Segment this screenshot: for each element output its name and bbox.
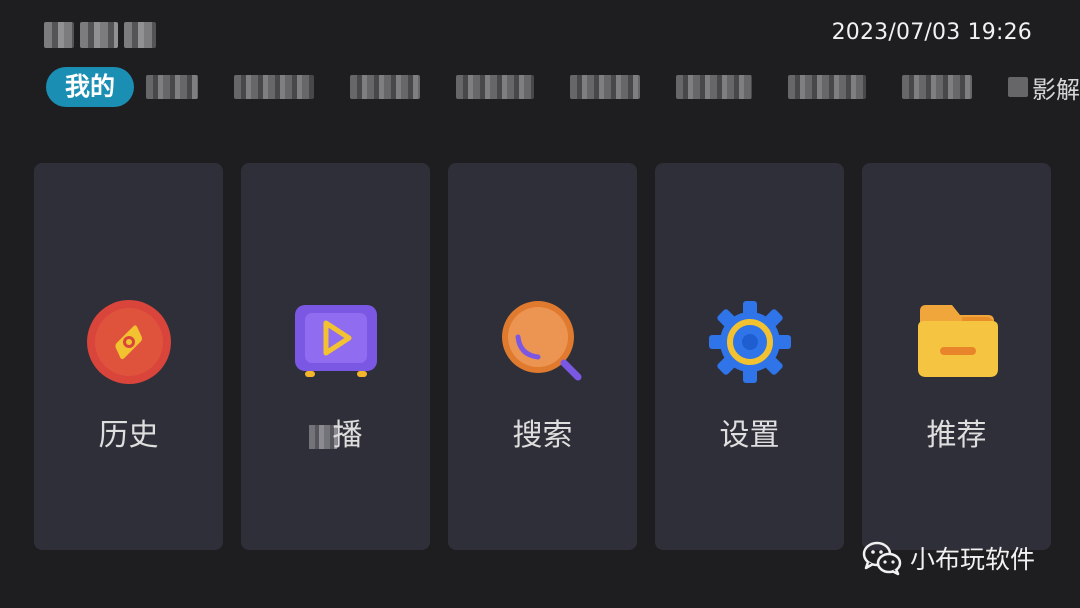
card-label: 推荐 [926,418,987,453]
card-label: 历史 [98,418,159,453]
tab-partial[interactable]: 影解 [1008,70,1080,105]
gear-icon [708,301,791,383]
tab-blurred[interactable] [676,67,753,107]
watermark: 小布玩软件 [862,540,1035,576]
card-label-text: 播 [332,418,363,453]
card-label: 播 [241,410,430,454]
card-settings[interactable]: 设置 [655,163,844,550]
tab-blurred[interactable] [234,67,315,107]
tab-blurred[interactable] [902,67,973,107]
tab-blurred[interactable] [456,67,535,107]
tab-blurred[interactable] [350,67,421,107]
clock: 2023/07/03 19:26 [831,20,1032,45]
card-label: 设置 [719,418,780,453]
app-title-blurred [44,18,160,52]
card-label: 搜索 [512,418,573,453]
tab-blurred[interactable] [788,67,867,107]
compass-icon [86,300,171,384]
search-icon [501,301,581,381]
card-search[interactable]: 搜索 [448,163,637,550]
card-recommend[interactable]: 推荐 [862,163,1051,550]
tab-blurred[interactable] [570,67,641,107]
category-tabs: 我的 影解 [46,66,1080,108]
tab-partial-label: 影解 [1032,75,1080,104]
tv-play-icon [294,305,377,377]
wechat-icon [862,541,902,576]
menu-cards: 历史 播 搜索 设置 推荐 [34,163,1051,550]
folder-icon [917,305,998,377]
watermark-text: 小布玩软件 [910,545,1036,574]
card-live[interactable]: 播 [241,163,430,550]
tab-blurred[interactable] [146,67,199,107]
card-history[interactable]: 历史 [34,163,223,550]
tab-mine[interactable]: 我的 [46,67,135,107]
